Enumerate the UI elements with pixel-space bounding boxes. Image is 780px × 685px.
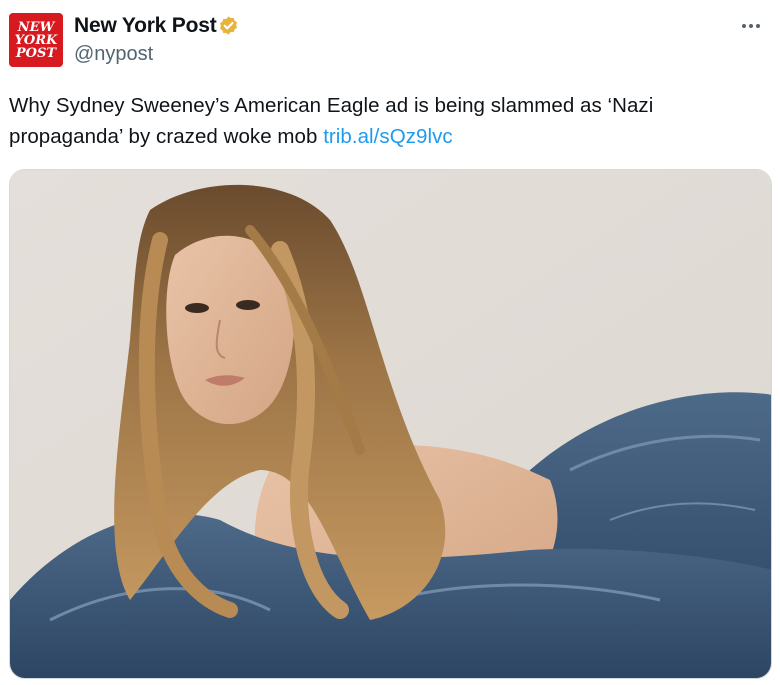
more-dot-icon	[756, 24, 760, 28]
svg-text:POST: POST	[15, 46, 57, 61]
more-dot-icon	[742, 24, 746, 28]
tweet-card: NEW YORK POST New York Post @nypost Why …	[0, 0, 780, 685]
nypost-logo-icon: NEW YORK POST	[15, 20, 58, 61]
tweet-link[interactable]: trib.al/sQz9lvc	[323, 125, 452, 148]
author-avatar[interactable]: NEW YORK POST	[9, 13, 63, 67]
more-dot-icon	[749, 24, 753, 28]
tweet-text: Why Sydney Sweeney’s American Eagle ad i…	[9, 90, 769, 152]
more-options-button[interactable]	[738, 18, 764, 34]
author-handle[interactable]: @nypost	[74, 43, 153, 66]
verified-badge-icon	[220, 16, 237, 35]
photo-image	[10, 170, 771, 678]
author-name[interactable]: New York Post	[74, 14, 217, 38]
tweet-photo[interactable]	[9, 169, 772, 679]
